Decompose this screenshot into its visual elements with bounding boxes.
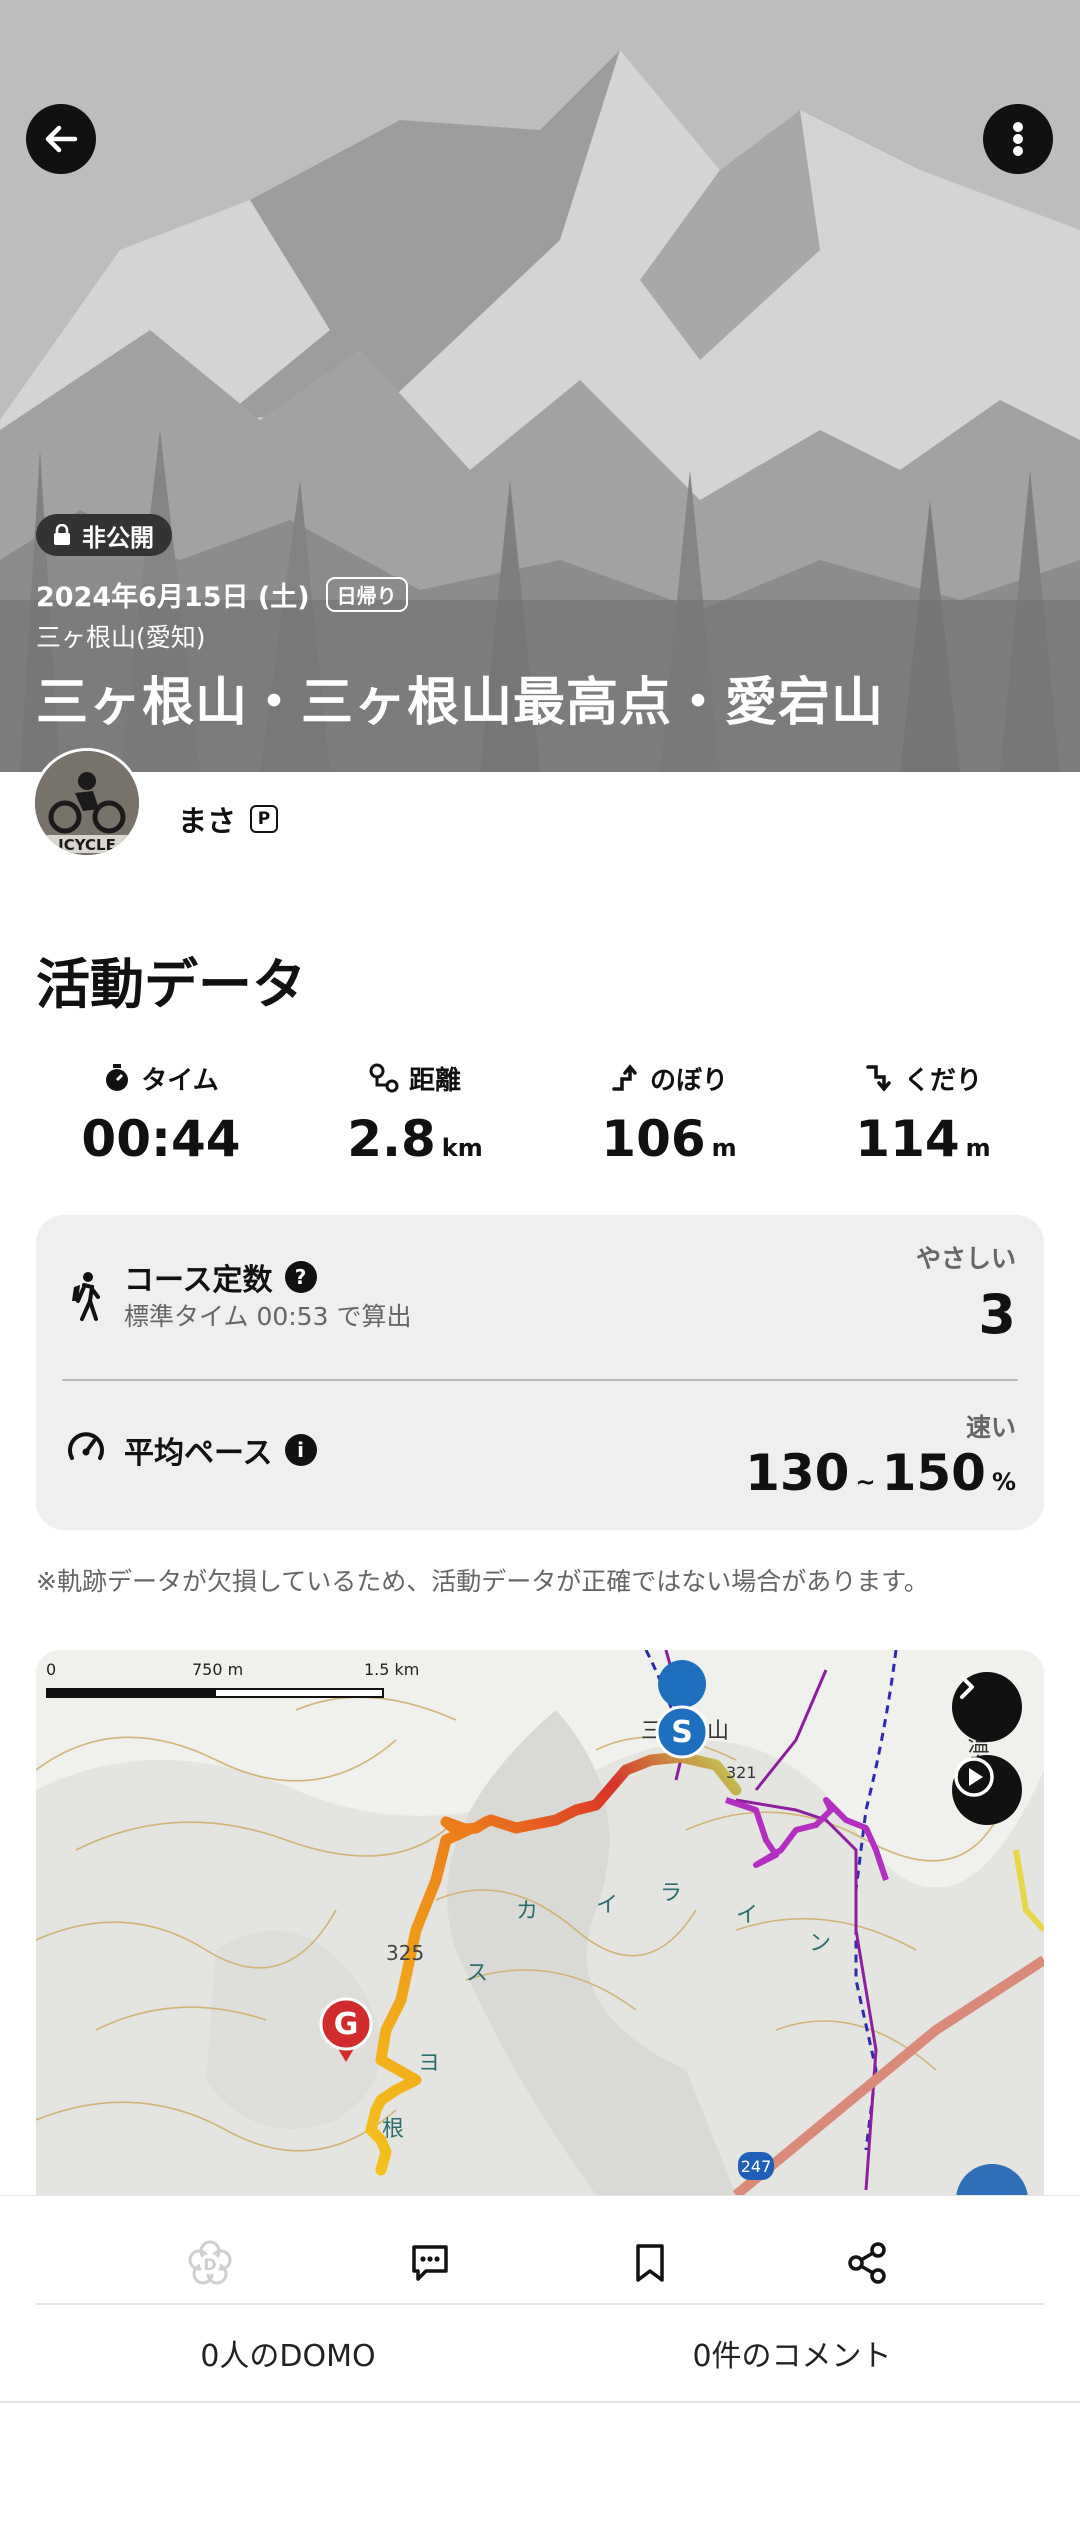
route-icon (369, 1063, 399, 1093)
svg-text:325: 325 (386, 1941, 424, 1965)
lock-icon (54, 524, 70, 545)
average-pace-row[interactable]: 平均ペース i 速い 130 ~150% (36, 1380, 1044, 1530)
svg-text:D: D (203, 2255, 216, 2274)
visibility-label: 非公開 (82, 523, 154, 552)
stopwatch-icon (106, 1064, 129, 1091)
average-pace-value: 130 ~150% (745, 1444, 1016, 1502)
stat-descent: くだり 114 m (798, 1060, 1048, 1168)
pace-from: 130 (745, 1444, 850, 1502)
pace-tilde: ~ (855, 1468, 876, 1496)
pace-level-label: 速い (965, 1413, 1016, 1442)
svg-text:ン: ン (809, 1931, 831, 1956)
svg-text:イ: イ (596, 1893, 618, 1918)
domo-flower-icon: D (188, 2240, 232, 2285)
visibility-badge: 非公開 (36, 514, 172, 556)
course-constant-value: 3 (978, 1283, 1016, 1346)
map-canvas: 三ヶ根山 321 325 カ イ ラ イ ン ス ヨ 根 原温泉 247 S G (36, 1650, 1044, 2195)
svg-text:ヨ: ヨ (418, 2051, 440, 2076)
stat-label: タイム (141, 1065, 219, 1096)
premium-badge: P (250, 805, 279, 833)
more-vertical-icon (1013, 122, 1023, 156)
hero-header: 非公開 2024年6月15日 (土) 日帰り 三ヶ根山(愛知) 三ヶ根山・三ヶ根… (0, 0, 1080, 772)
stat-value: 106 (601, 1110, 706, 1168)
svg-text:ラ: ラ (660, 1881, 682, 1906)
divider (0, 2401, 1080, 2403)
stat-unit: m (711, 1134, 737, 1162)
svg-text:ス: ス (466, 1961, 488, 1986)
pace-unit: % (991, 1468, 1016, 1496)
stat-distance: 距離 2.8 km (290, 1060, 540, 1168)
stat-ascent: のぼり 106 m (544, 1060, 794, 1168)
domo-count[interactable]: 0人のDOMO (18, 2331, 558, 2375)
course-pace-card: コース定数 ? 標準タイム 00:53 で算出 やさしい 3 平均ペース i 速… (36, 1215, 1044, 1530)
back-arrow-icon (45, 125, 78, 153)
course-constant-title: コース定数 (124, 1263, 273, 1298)
stat-label: 距離 (408, 1065, 461, 1096)
bottom-action-bar: D 0人のDOMO 0件のコメント (0, 2195, 1080, 2522)
average-pace-title: 平均ペース (124, 1436, 273, 1471)
descent-icon (866, 1065, 891, 1092)
svg-text:247: 247 (741, 2157, 772, 2176)
activity-stats: タイム 00:44 距離 2.8 km のぼり 106 m くだり 114 m (0, 1060, 1080, 1180)
hiker-icon (72, 1272, 100, 1321)
stat-label: のぼり (649, 1065, 728, 1096)
play-icon (954, 1757, 994, 1797)
share-icon (848, 2242, 886, 2284)
start-marker: S (671, 1715, 693, 1750)
stat-unit: km (441, 1134, 483, 1162)
user-name: まさ (178, 804, 237, 838)
date-row: 2024年6月15日 (土) 日帰り (36, 575, 408, 614)
comment-icon (412, 2245, 448, 2281)
info-icon[interactable]: i (284, 1434, 317, 1466)
more-options-button[interactable] (983, 104, 1053, 174)
svg-text:カ: カ (516, 1899, 538, 1924)
user-avatar[interactable]: ICYCLE (32, 748, 142, 858)
svg-text:321: 321 (726, 1763, 757, 1782)
ascent-icon (612, 1064, 637, 1091)
divider (36, 2303, 1044, 2305)
help-icon[interactable]: ? (284, 1261, 317, 1293)
stat-value: 00:44 (81, 1110, 241, 1168)
route-map[interactable]: 三ヶ根山 321 325 カ イ ラ イ ン ス ヨ 根 原温泉 247 S G… (36, 1650, 1044, 2195)
area-name[interactable]: 三ヶ根山(愛知) (36, 618, 206, 654)
section-title: 活動データ (36, 953, 306, 1016)
share-button[interactable] (833, 2228, 903, 2298)
map-next-button[interactable] (952, 1672, 1022, 1742)
svg-text:根: 根 (382, 2117, 404, 2142)
data-notice: ※軌跡データが欠損しているため、活動データが正確ではない場合があります。 (36, 1567, 929, 1596)
trip-type-badge: 日帰り (325, 577, 408, 612)
stat-unit: m (965, 1134, 991, 1162)
back-button[interactable] (26, 104, 96, 174)
activity-date: 2024年6月15日 (土) (36, 582, 310, 613)
map-play-button[interactable] (952, 1755, 1022, 1825)
pace-to: 150 (881, 1444, 986, 1502)
difficulty-label: やさしい (915, 1244, 1016, 1273)
comment-button[interactable] (395, 2228, 465, 2298)
stat-value: 114 (855, 1110, 960, 1168)
stat-time: タイム 00:44 (36, 1060, 286, 1168)
bookmark-icon (636, 2244, 664, 2282)
goal-marker: G (334, 2007, 359, 2042)
chevron-right-icon (960, 1675, 974, 1699)
stat-value: 2.8 (347, 1110, 436, 1168)
bookmark-button[interactable] (615, 2228, 685, 2298)
comment-count[interactable]: 0件のコメント (522, 2331, 1062, 2375)
course-constant-row[interactable]: コース定数 ? 標準タイム 00:53 で算出 やさしい 3 (36, 1215, 1044, 1379)
mountain-illustration (0, 0, 1080, 772)
course-standard-time: 標準タイム 00:53 で算出 (124, 1302, 412, 1331)
stat-label: くだり (903, 1065, 982, 1096)
domo-button[interactable]: D (175, 2228, 245, 2298)
user-name-row[interactable]: まさ P (178, 798, 279, 840)
svg-text:イ: イ (736, 1903, 758, 1928)
speedometer-icon (68, 1432, 104, 1460)
activity-title: 三ヶ根山・三ヶ根山最高点・愛宕山 (36, 673, 885, 733)
svg-text:ICYCLE: ICYCLE (58, 836, 116, 854)
